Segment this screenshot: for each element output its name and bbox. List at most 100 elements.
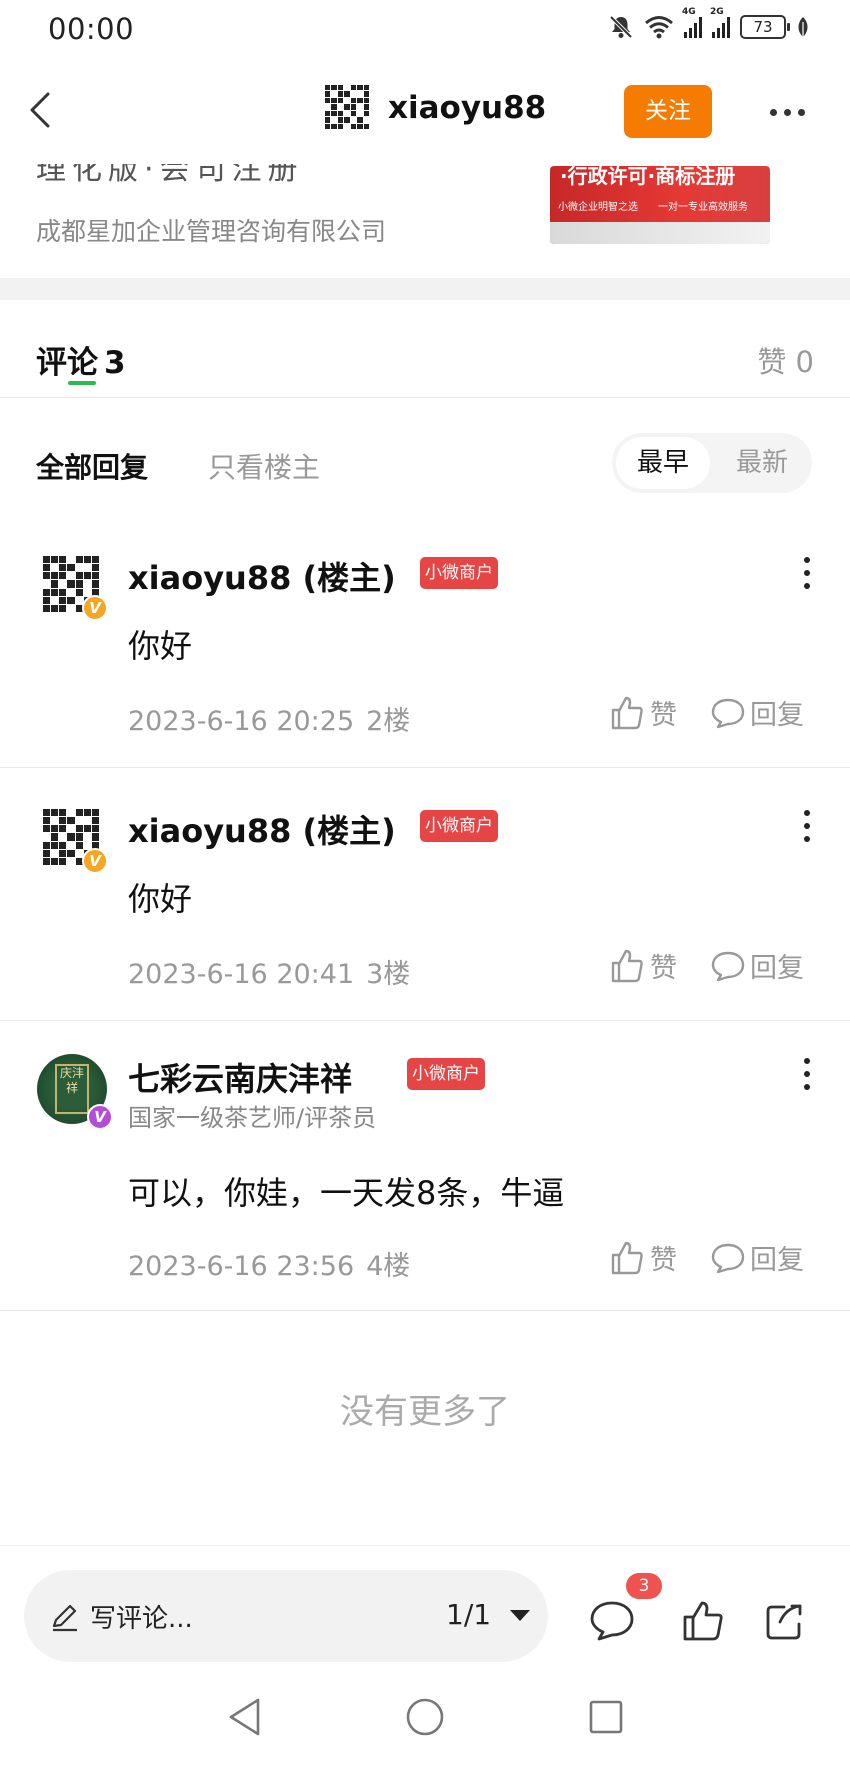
- tab-active-indicator: [68, 381, 96, 385]
- pen-icon: [52, 1604, 77, 1632]
- section-separator: [0, 278, 850, 300]
- kebab-icon: [804, 1058, 810, 1064]
- merchant-tag: 小微商户: [420, 557, 498, 589]
- follow-button[interactable]: 关注: [624, 85, 712, 138]
- signal-icon: 4G: [682, 7, 702, 38]
- tab-likes[interactable]: 赞 0: [757, 339, 814, 381]
- commenter-avatar[interactable]: V: [40, 553, 108, 621]
- comment-meta: 2023-6-16 20:41 3楼: [128, 952, 410, 991]
- write-comment-input[interactable]: 写评论... 1/1: [24, 1570, 548, 1662]
- comment-item: V xiaoyu88 (楼主) 小微商户 你好 2023-6-16 20:41 3…: [0, 806, 850, 1018]
- comment-floor: 3楼: [366, 959, 411, 990]
- comment-time: 2023-6-16 23:56: [128, 1251, 355, 1282]
- merchant-tag: 小微商户: [420, 810, 498, 842]
- signal-2-label: 2G: [710, 7, 724, 17]
- leaf-icon: [798, 17, 808, 37]
- more-dots-icon: [770, 108, 777, 116]
- ad-image[interactable]: ·行政许可·商标注册 小微企业明智之选 一对一专业高效服务: [550, 166, 770, 244]
- like-label: 赞: [650, 1245, 677, 1276]
- commenter-avatar[interactable]: V: [40, 806, 108, 874]
- comment-text: 你好: [128, 880, 193, 918]
- more-options-button[interactable]: [770, 97, 814, 127]
- comment-text: 可以，你娃，一天发8条，牛逼: [128, 1174, 565, 1212]
- nav-back-icon[interactable]: [225, 1696, 265, 1738]
- comment-icon[interactable]: [588, 1598, 636, 1644]
- like-button[interactable]: 赞: [608, 1238, 677, 1277]
- wifi-icon: [645, 16, 673, 39]
- comment-time: 2023-6-16 20:41: [128, 959, 355, 990]
- thumb-up-icon: [611, 696, 643, 729]
- share-icon[interactable]: [762, 1598, 808, 1644]
- comment-time: 2023-6-16 20:25: [128, 706, 355, 737]
- commenter-name[interactable]: xiaoyu88 (楼主): [128, 806, 396, 852]
- battery-icon: 73: [740, 15, 790, 39]
- like-label: 赞: [650, 953, 677, 984]
- header-username[interactable]: xiaoyu88: [388, 90, 546, 126]
- back-button[interactable]: [18, 80, 78, 140]
- comment-menu-button[interactable]: [800, 806, 814, 846]
- back-arrow-icon: [30, 92, 50, 128]
- write-comment-placeholder: 写评论...: [90, 1604, 193, 1634]
- header-avatar[interactable]: [322, 82, 372, 132]
- nav-home-icon[interactable]: [404, 1696, 446, 1738]
- nav-recents-icon[interactable]: [587, 1698, 625, 1736]
- caret-down-icon[interactable]: [510, 1610, 530, 1621]
- comment-meta: 2023-6-16 20:25 2楼: [128, 699, 410, 738]
- reply-bubble-icon: [711, 698, 745, 728]
- like-icon[interactable]: [680, 1598, 726, 1644]
- reply-button[interactable]: 回复: [710, 693, 804, 732]
- divider: [0, 397, 850, 398]
- like-button[interactable]: 赞: [608, 693, 677, 732]
- ad-image-subline: 小微企业明智之选 一对一专业高效服务: [558, 202, 748, 213]
- verified-badge: V: [87, 1104, 113, 1130]
- comment-floor: 2楼: [366, 706, 411, 737]
- comment-item: 庆沣祥 V 七彩云南庆沣祥 小微商户 国家一级茶艺师/评茶员 可以，你娃，一天发…: [0, 1054, 850, 1304]
- tea-logo-text: 庆沣祥: [59, 1066, 84, 1095]
- mute-bell-icon: [609, 15, 633, 39]
- like-button[interactable]: 赞: [608, 946, 677, 985]
- system-nav-bar: [0, 1676, 850, 1766]
- kebab-icon: [804, 810, 810, 816]
- divider: [0, 1020, 850, 1021]
- commenter-name[interactable]: xiaoyu88 (楼主): [128, 553, 396, 599]
- page-indicator[interactable]: 1/1: [446, 1598, 491, 1631]
- comment-menu-button[interactable]: [800, 553, 814, 593]
- reply-bubble-icon: [711, 951, 745, 981]
- filter-op-only[interactable]: 只看楼主: [208, 446, 320, 486]
- reply-button[interactable]: 回复: [710, 1238, 804, 1277]
- sort-latest-button[interactable]: 最新: [722, 437, 802, 489]
- filter-all-replies[interactable]: 全部回复: [36, 446, 148, 486]
- tab-comments-count: 3: [104, 345, 126, 381]
- merchant-tag: 小微商户: [407, 1058, 485, 1090]
- reply-bubble-icon: [711, 1243, 745, 1273]
- tab-comments-label: 评论: [36, 345, 98, 381]
- top-header: xiaoyu88 关注: [0, 62, 850, 164]
- kebab-icon: [804, 557, 810, 563]
- comment-count-badge: 3: [626, 1573, 662, 1599]
- sort-toggle: 最早 最新: [612, 433, 812, 493]
- ad-banner[interactable]: 理化版·会司注册 成都星加企业管理咨询有限公司 ·行政许可·商标注册 小微企业明…: [0, 150, 850, 278]
- like-label: 赞: [650, 700, 677, 731]
- reply-button[interactable]: 回复: [710, 946, 804, 985]
- tab-comments[interactable]: 评论 3: [36, 337, 126, 382]
- divider: [0, 1310, 850, 1311]
- divider: [0, 767, 850, 768]
- verified-badge: V: [82, 595, 108, 621]
- status-icons: 4G 2G 73: [608, 7, 810, 40]
- comment-menu-button[interactable]: [800, 1054, 814, 1094]
- verified-badge: V: [82, 848, 108, 874]
- comment-floor: 4楼: [366, 1251, 411, 1282]
- reply-label: 回复: [750, 700, 804, 731]
- comment-text: 你好: [128, 627, 193, 665]
- status-time: 00:00: [48, 12, 135, 46]
- sort-earliest-button[interactable]: 最早: [616, 437, 710, 489]
- commenter-name[interactable]: 七彩云南庆沣祥: [128, 1054, 352, 1100]
- commenter-title: 国家一级茶艺师/评茶员: [128, 1104, 377, 1132]
- comment-item: V xiaoyu88 (楼主) 小微商户 你好 2023-6-16 20:25 2…: [0, 553, 850, 765]
- commenter-avatar[interactable]: 庆沣祥 V: [37, 1054, 113, 1130]
- comment-meta: 2023-6-16 23:56 4楼: [128, 1244, 410, 1283]
- reply-label: 回复: [750, 1245, 804, 1276]
- ad-company: 成都星加企业管理咨询有限公司: [36, 217, 387, 246]
- thumb-up-icon: [611, 1241, 643, 1274]
- thumb-up-icon: [611, 949, 643, 982]
